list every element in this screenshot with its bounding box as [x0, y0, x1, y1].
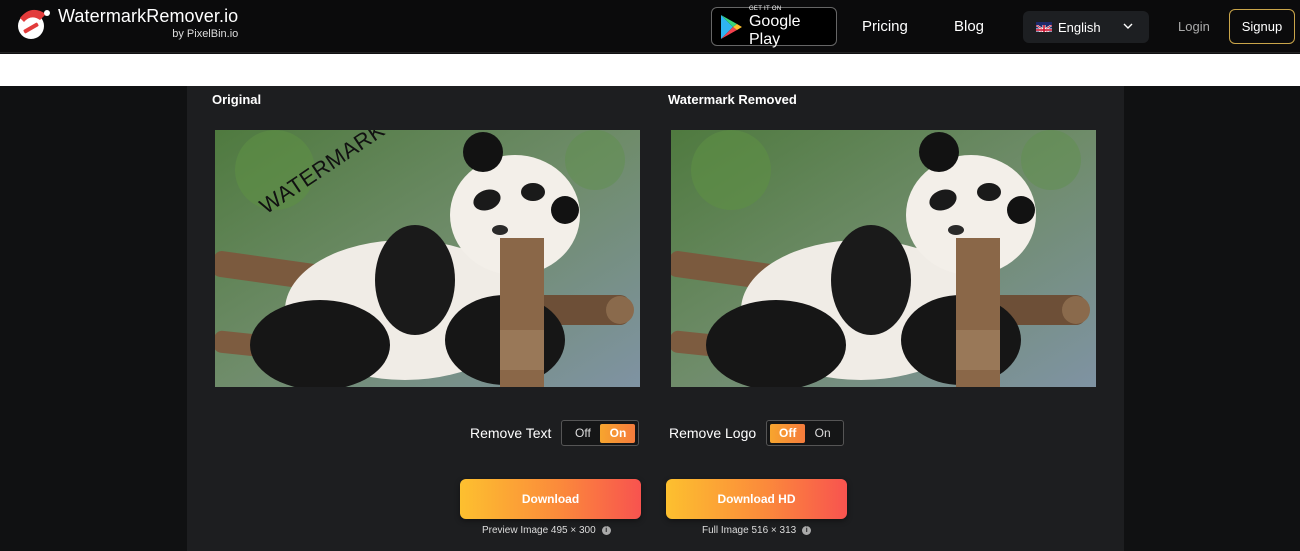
remove-logo-toggle[interactable]: Off On: [766, 420, 845, 446]
google-play-icon: [720, 14, 742, 39]
google-play-button[interactable]: GET IT ON Google Play: [711, 5, 837, 48]
remove-text-off[interactable]: Off: [565, 424, 600, 443]
comparison-card: Original Watermark Removed WATERMARK Rem…: [187, 86, 1124, 551]
signup-button[interactable]: Signup: [1229, 9, 1295, 44]
remove-text-label: Remove Text: [470, 425, 552, 441]
brand-logo[interactable]: WatermarkRemover.io by PixelBin.io: [14, 4, 238, 42]
nav-blog[interactable]: Blog: [954, 18, 984, 35]
language-select[interactable]: English: [1023, 11, 1149, 43]
original-title: Original: [212, 92, 262, 107]
remove-text-row: Remove Text Off On: [470, 420, 640, 446]
top-header: WatermarkRemover.io by PixelBin.io GET I…: [0, 0, 1300, 53]
removed-title: Watermark Removed: [668, 92, 797, 107]
full-image-note: Full Image 516 × 313 i: [702, 525, 812, 536]
result-image: [671, 130, 1096, 387]
preview-note: Preview Image 495 × 300 i: [482, 525, 611, 536]
remove-text-on[interactable]: On: [600, 423, 636, 443]
info-icon[interactable]: i: [601, 526, 611, 535]
remove-logo-off[interactable]: Off: [770, 423, 806, 443]
uk-flag-icon: [1036, 22, 1052, 32]
preview-note-text: Preview Image 495 × 300: [482, 525, 596, 536]
info-icon[interactable]: i: [802, 526, 812, 535]
brand-title: WatermarkRemover.io: [58, 5, 239, 26]
remove-text-toggle[interactable]: Off On: [561, 420, 640, 446]
login-link[interactable]: Login: [1178, 19, 1210, 34]
nav-pricing[interactable]: Pricing: [862, 18, 908, 35]
download-hd-button[interactable]: Download HD: [666, 479, 847, 519]
remove-logo-on[interactable]: On: [805, 424, 840, 443]
gplay-caption: GET IT ON: [748, 5, 782, 12]
language-label: English: [1058, 19, 1101, 35]
original-image: WATERMARK: [215, 130, 640, 387]
download-button[interactable]: Download: [460, 479, 641, 519]
logo-icon: [14, 4, 52, 42]
full-image-note-text: Full Image 516 × 313: [702, 525, 797, 536]
gplay-label: Google Play: [748, 12, 801, 48]
remove-logo-row: Remove Logo Off On: [669, 420, 845, 446]
white-banner: [0, 54, 1300, 86]
brand-subtitle: by PixelBin.io: [172, 27, 239, 40]
remove-logo-label: Remove Logo: [669, 425, 757, 441]
chevron-down-icon: [1123, 23, 1133, 29]
